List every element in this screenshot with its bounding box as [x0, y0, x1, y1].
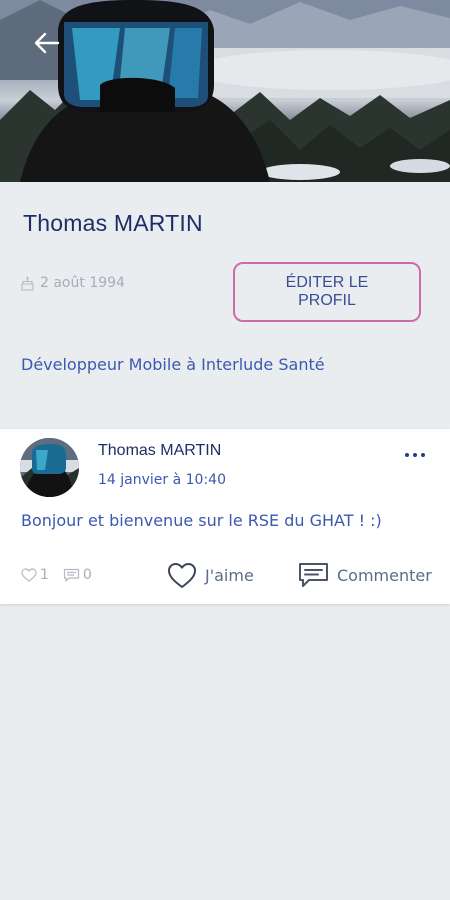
edit-profile-button[interactable]: ÉDITER LE PROFIL	[233, 262, 421, 322]
profile-name: Thomas MARTIN	[23, 210, 203, 236]
post-text: Bonjour et bienvenue sur le RSE du GHAT …	[21, 511, 382, 530]
like-button[interactable]: J'aime	[167, 562, 254, 589]
likes-count: 1	[40, 567, 49, 583]
post-date: 14 janvier à 10:40	[98, 472, 226, 488]
likes-stat: 1	[21, 567, 49, 583]
comment-icon	[299, 563, 328, 587]
profile-screen: Thomas MARTIN 2 août 1994 ÉDITER LE PROF…	[0, 0, 450, 900]
arrow-left-icon	[34, 32, 60, 54]
comments-count: 0	[82, 567, 92, 583]
heart-small-icon	[21, 568, 37, 582]
comment-small-icon	[63, 568, 80, 582]
avatar[interactable]	[20, 438, 79, 497]
post-card: Thomas MARTIN 14 janvier à 10:40 Bonjour…	[0, 429, 450, 604]
back-button[interactable]	[34, 32, 68, 66]
more-options-button[interactable]	[398, 443, 432, 467]
comment-label: Commenter	[337, 566, 432, 585]
comment-button[interactable]: Commenter	[298, 562, 432, 589]
birth-date: 2 août 1994	[40, 275, 125, 291]
avatar-image	[20, 438, 79, 497]
cover-photo	[0, 0, 450, 182]
post-author[interactable]: Thomas MARTIN	[98, 442, 221, 460]
comments-stat: 0	[63, 567, 92, 583]
heart-icon	[168, 563, 196, 588]
cake-icon	[21, 275, 34, 291]
post-stats: 1 0	[21, 567, 106, 583]
cover-illustration	[0, 0, 450, 182]
profile-info: Thomas MARTIN 2 août 1994 ÉDITER LE PROF…	[0, 182, 450, 412]
job-title: Développeur Mobile à Interlude Santé	[21, 355, 325, 374]
birth-date-row: 2 août 1994	[21, 275, 125, 291]
more-horizontal-icon	[405, 453, 409, 457]
like-label: J'aime	[205, 566, 254, 585]
